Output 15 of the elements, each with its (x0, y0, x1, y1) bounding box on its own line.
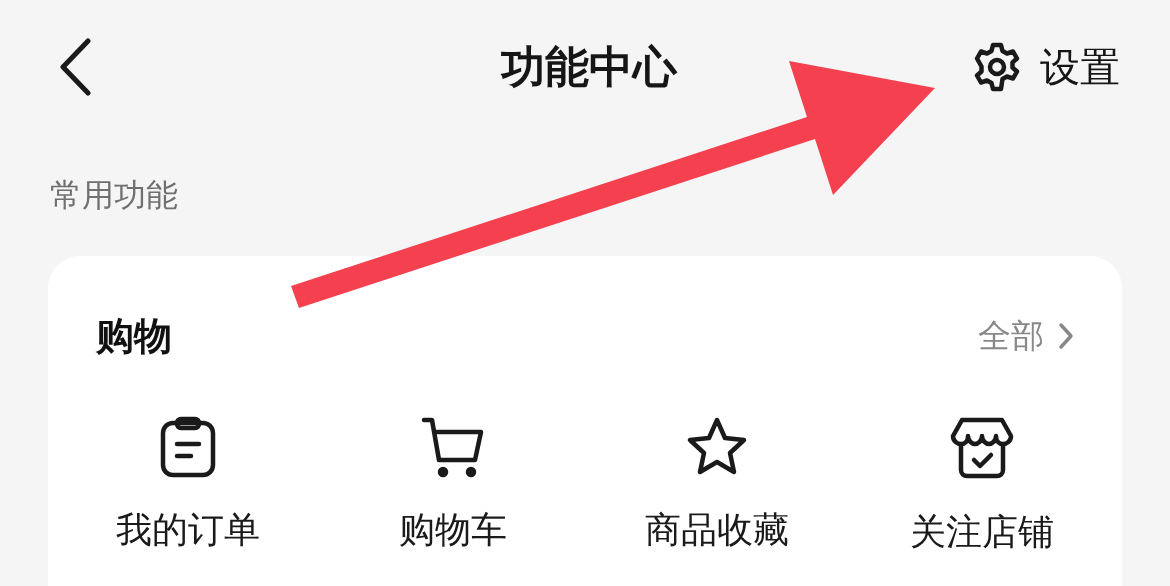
page-title: 功能中心 (501, 39, 677, 94)
back-icon (58, 38, 92, 96)
store-icon (949, 416, 1014, 480)
shortcut-item[interactable]: 商品收藏 (585, 416, 850, 557)
view-all-link[interactable]: 全部 (978, 313, 1074, 359)
clipboard-icon (159, 416, 218, 478)
chevron-right-icon (1058, 322, 1074, 350)
settings-icon (972, 42, 1022, 92)
card-title: 购物 (96, 312, 172, 360)
cart-icon (420, 416, 485, 478)
settings-button[interactable]: 设置 (972, 39, 1120, 95)
shortcut-item[interactable]: 购物车 (320, 416, 585, 557)
shortcut-item[interactable]: 我的订单 (56, 416, 321, 557)
section-label: 常用功能 (49, 175, 179, 216)
shortcut-item[interactable]: 关注店铺 (849, 416, 1114, 557)
